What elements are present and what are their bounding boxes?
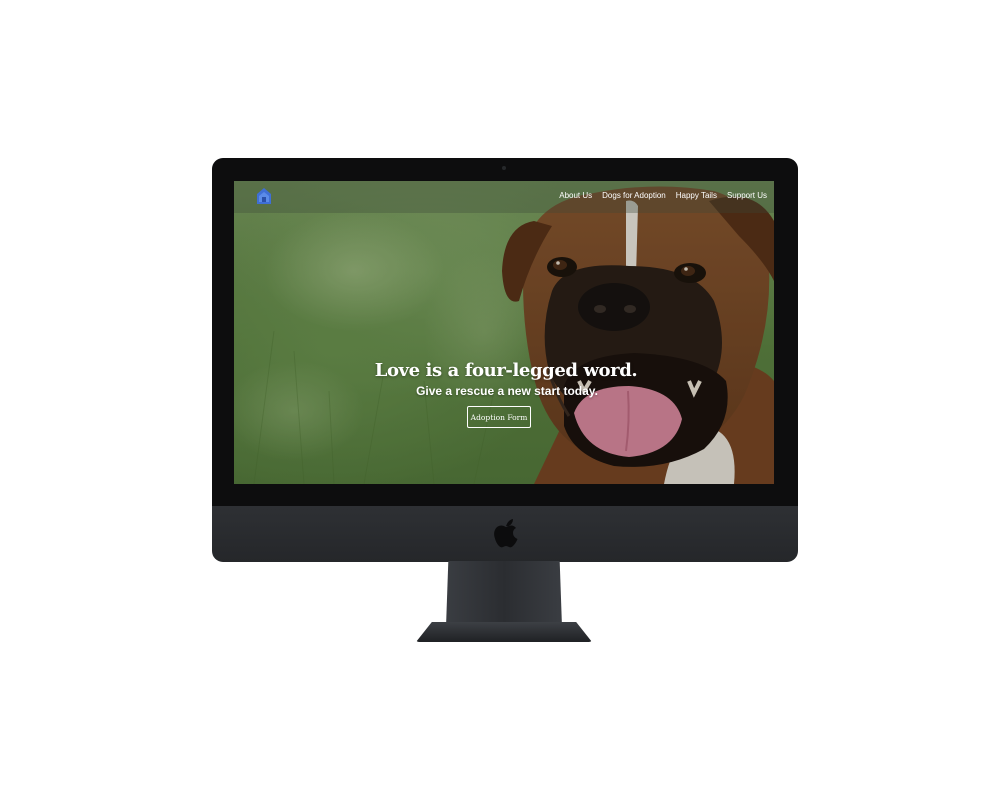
nav-link-about-us[interactable]: About Us [559, 191, 592, 200]
nav-link-support-us[interactable]: Support Us [727, 191, 767, 200]
site-header: About Us Dogs for Adoption Happy Tails S… [234, 181, 774, 213]
monitor-stand-foot [416, 622, 592, 642]
nav-link-dogs-for-adoption[interactable]: Dogs for Adoption [602, 191, 666, 200]
hero-title: Love is a four-legged word. [374, 360, 638, 381]
main-nav: About Us Dogs for Adoption Happy Tails S… [559, 191, 767, 200]
hero-overlay [234, 181, 774, 484]
nav-link-happy-tails[interactable]: Happy Tails [676, 191, 717, 200]
monitor-stand-neck [446, 561, 562, 627]
website-screen: About Us Dogs for Adoption Happy Tails S… [234, 181, 774, 484]
hero-subtitle: Give a rescue a new start today. [416, 384, 598, 398]
apple-logo-icon [494, 519, 518, 548]
adoption-form-button[interactable]: Adoption Form [467, 406, 531, 428]
camera-dot [502, 166, 506, 170]
house-logo-icon[interactable] [256, 187, 272, 205]
